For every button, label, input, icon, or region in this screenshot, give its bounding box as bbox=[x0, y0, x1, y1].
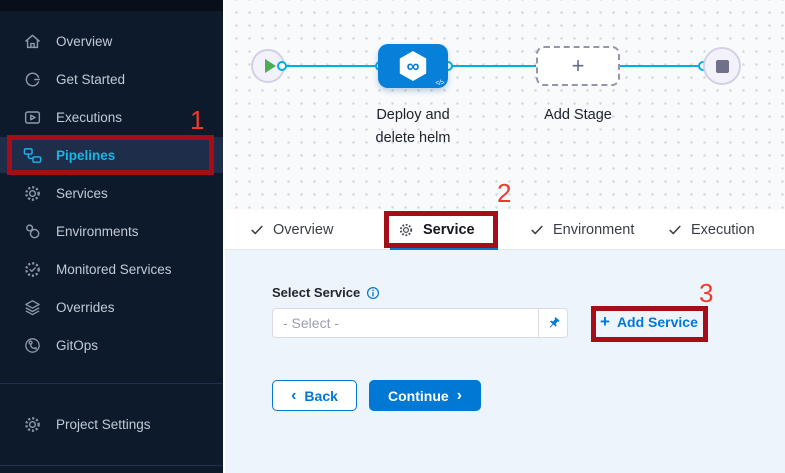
pipeline-canvas[interactable]: ∞ </> Deploy and delete helm + Add Stage bbox=[225, 0, 785, 210]
check-icon bbox=[668, 223, 682, 237]
continue-button[interactable]: Continue › bbox=[369, 380, 481, 411]
sidebar-item-services[interactable]: Services bbox=[0, 175, 223, 211]
infinity-glyph: ∞ bbox=[407, 57, 420, 75]
sidebar-divider bbox=[0, 383, 223, 384]
sidebar-item-label: Overrides bbox=[56, 300, 115, 315]
select-service-label-text: Select Service bbox=[272, 285, 360, 300]
sidebar-item-pipelines[interactable]: Pipelines bbox=[0, 137, 223, 173]
stage-node-deploy[interactable]: ∞ </> bbox=[378, 44, 448, 88]
service-select[interactable]: - Select - bbox=[272, 308, 568, 338]
plus-icon: + bbox=[572, 53, 585, 79]
play-icon bbox=[265, 59, 276, 73]
sidebar-item-label: Services bbox=[56, 186, 108, 201]
sidebar-item-project-settings[interactable]: Project Settings bbox=[0, 406, 223, 442]
sidebar-item-monitored-services[interactable]: Monitored Services bbox=[0, 251, 223, 287]
sidebar-top-strip bbox=[0, 0, 223, 11]
gear-icon bbox=[23, 184, 42, 203]
sidebar-item-label: Pipelines bbox=[56, 148, 115, 163]
tab-label: Execution bbox=[691, 222, 755, 238]
info-icon[interactable] bbox=[366, 286, 380, 300]
sidebar-item-label: Project Settings bbox=[56, 417, 151, 432]
tab-label: Environment bbox=[553, 222, 634, 238]
sidebar-item-gitops[interactable]: GitOps bbox=[0, 327, 223, 363]
gitops-icon bbox=[23, 336, 42, 355]
pipeline-end-node bbox=[703, 47, 741, 85]
cd-stage-icon: ∞ bbox=[398, 51, 428, 81]
stop-icon bbox=[716, 60, 729, 73]
tab-service[interactable]: Service bbox=[398, 210, 475, 250]
check-icon bbox=[530, 223, 544, 237]
service-tab-content: Select Service - Select - + Add Service … bbox=[225, 251, 785, 473]
sidebar: Overview Get Started Executions Pipeline… bbox=[0, 0, 223, 473]
get-started-icon bbox=[23, 70, 42, 89]
sidebar-item-label: Executions bbox=[56, 110, 122, 125]
layers-icon bbox=[23, 298, 42, 317]
gear-icon bbox=[398, 222, 414, 238]
sidebar-item-overview[interactable]: Overview bbox=[0, 23, 223, 59]
tab-environment[interactable]: Environment bbox=[530, 210, 634, 250]
check-icon bbox=[250, 223, 264, 237]
select-service-label: Select Service bbox=[272, 285, 380, 300]
executions-icon bbox=[23, 108, 42, 127]
stage-config-tabbar: Overview Service Environment Execution bbox=[225, 210, 785, 250]
stage-name-label: Deploy and delete helm bbox=[353, 104, 473, 150]
code-icon: </> bbox=[435, 80, 444, 87]
stage-name-line2: delete helm bbox=[353, 127, 473, 150]
tab-overview[interactable]: Overview bbox=[250, 210, 333, 250]
connector-port bbox=[277, 61, 287, 71]
plus-icon: + bbox=[600, 313, 610, 330]
chevron-left-icon: ‹ bbox=[291, 388, 296, 404]
sidebar-item-label: Monitored Services bbox=[56, 262, 172, 277]
continue-button-label: Continue bbox=[388, 388, 449, 404]
back-button-label: Back bbox=[304, 388, 337, 404]
pipeline-connector-line bbox=[282, 65, 703, 67]
sidebar-item-label: Get Started bbox=[56, 72, 125, 87]
pipelines-icon bbox=[23, 146, 42, 165]
sidebar-item-environments[interactable]: Environments bbox=[0, 213, 223, 249]
active-tab-underline bbox=[390, 247, 498, 250]
sidebar-item-executions[interactable]: Executions bbox=[0, 99, 223, 135]
tab-execution[interactable]: Execution bbox=[668, 210, 755, 250]
pin-button[interactable] bbox=[538, 309, 567, 337]
gear-icon bbox=[23, 415, 42, 434]
sidebar-item-get-started[interactable]: Get Started bbox=[0, 61, 223, 97]
tab-label: Overview bbox=[273, 222, 333, 238]
add-service-label: Add Service bbox=[617, 314, 698, 330]
add-service-button[interactable]: + Add Service bbox=[600, 313, 698, 330]
add-stage-button[interactable]: + bbox=[536, 46, 620, 86]
environments-icon bbox=[23, 222, 42, 241]
add-stage-label: Add Stage bbox=[518, 107, 638, 123]
tab-label: Service bbox=[423, 222, 475, 238]
pipeline-studio-page: Overview Get Started Executions Pipeline… bbox=[0, 0, 785, 473]
stage-name-line1: Deploy and bbox=[353, 104, 473, 127]
sidebar-item-overrides[interactable]: Overrides bbox=[0, 289, 223, 325]
service-select-value: - Select - bbox=[273, 309, 538, 337]
gear-check-icon bbox=[23, 260, 42, 279]
chevron-right-icon: › bbox=[457, 388, 462, 404]
back-button[interactable]: ‹ Back bbox=[272, 380, 357, 411]
sidebar-item-label: GitOps bbox=[56, 338, 98, 353]
sidebar-divider bbox=[0, 465, 223, 466]
sidebar-item-label: Environments bbox=[56, 224, 139, 239]
pin-icon bbox=[545, 315, 562, 332]
home-icon bbox=[23, 32, 42, 51]
sidebar-item-label: Overview bbox=[56, 34, 112, 49]
